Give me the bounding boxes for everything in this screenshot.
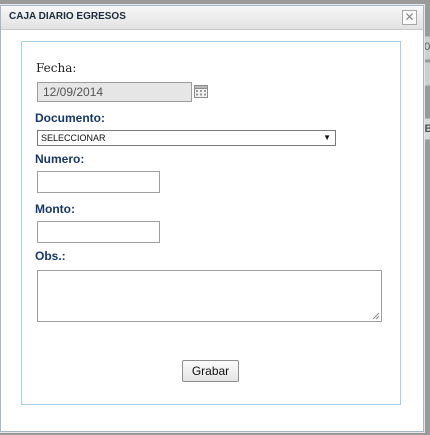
fecha-label: Fecha: [36, 61, 77, 75]
documento-select[interactable]: SELECCIONAR ▼ [37, 130, 336, 146]
numero-input[interactable] [37, 171, 160, 193]
obs-label: Obs.: [35, 249, 66, 263]
calendar-icon[interactable] [194, 84, 208, 98]
form-panel: Fecha: 12/09/2014 Documento: SELECCIONAR… [21, 41, 401, 405]
monto-label: Monto: [35, 202, 75, 216]
chevron-down-icon: ▼ [323, 133, 331, 142]
dialog-title: CAJA DIARIO EGRESOS [9, 11, 126, 22]
fecha-input[interactable]: 12/09/2014 [37, 82, 192, 102]
obs-textarea[interactable] [37, 270, 382, 322]
grabar-button-label: Grabar [191, 364, 230, 378]
numero-label: Numero: [35, 152, 85, 166]
close-button[interactable]: ✕ [402, 10, 417, 25]
caja-diario-egresos-dialog: CAJA DIARIO EGRESOS ✕ Fecha: 12/09/2014 … [0, 5, 424, 432]
resize-grip-icon[interactable] [372, 312, 380, 320]
fecha-value: 12/09/2014 [43, 85, 104, 99]
dialog-titlebar[interactable]: CAJA DIARIO EGRESOS ✕ [1, 6, 423, 30]
documento-label: Documento: [35, 111, 105, 125]
documento-selected-value: SELECCIONAR [41, 133, 106, 143]
grabar-button[interactable]: Grabar [182, 360, 239, 382]
monto-input[interactable] [37, 221, 160, 243]
close-icon: ✕ [404, 10, 415, 24]
